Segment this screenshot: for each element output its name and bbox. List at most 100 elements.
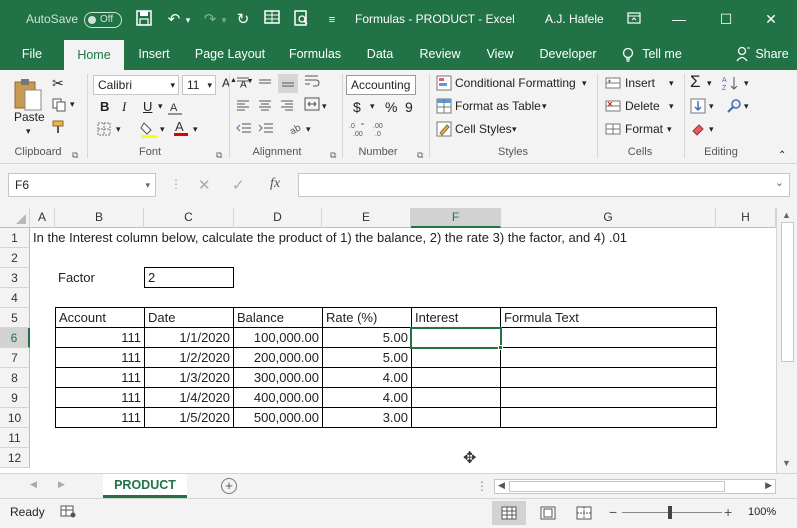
decrease-indent-icon[interactable]	[236, 122, 252, 137]
clear-icon[interactable]	[690, 121, 706, 140]
date-cell[interactable]: 1/5/2020	[145, 408, 234, 428]
align-bottom-icon[interactable]	[278, 74, 298, 93]
sheet-tab-product[interactable]: PRODUCT	[103, 474, 187, 498]
find-select-dropdown-icon[interactable]: ▾	[744, 101, 749, 112]
insert-cells-icon[interactable]	[605, 75, 621, 94]
rate-cell[interactable]: 4.00	[323, 368, 412, 388]
italic-button[interactable]: I	[122, 99, 126, 115]
balance-cell[interactable]: 400,000.00	[234, 388, 323, 408]
decrease-decimal-icon[interactable]: .00.0	[371, 121, 389, 140]
maximize-icon[interactable]: ☐	[714, 8, 738, 30]
row-header-6[interactable]: 6	[0, 328, 30, 348]
fill-icon[interactable]	[690, 98, 706, 117]
horizontal-scroll-thumb[interactable]	[509, 481, 725, 492]
date-cell[interactable]: 1/4/2020	[145, 388, 234, 408]
delete-cells-icon[interactable]	[605, 98, 621, 117]
zoom-level[interactable]: 100%	[748, 506, 776, 518]
fill-dropdown-icon[interactable]: ▾	[709, 101, 714, 112]
row-header-5[interactable]: 5	[0, 308, 30, 328]
font-size-dropdown-icon[interactable]: ▾	[207, 76, 212, 94]
name-box-dropdown-icon[interactable]: ▾	[145, 174, 150, 196]
font-color-icon[interactable]: A	[173, 119, 189, 140]
tab-insert[interactable]: Insert	[132, 40, 176, 70]
tab-developer[interactable]: Developer	[536, 40, 600, 70]
print-preview-icon[interactable]	[291, 10, 311, 30]
vertical-scrollbar[interactable]: ▲ ▼	[776, 208, 797, 473]
paste-label[interactable]: Paste	[14, 110, 45, 124]
macro-record-icon[interactable]	[60, 504, 76, 521]
table-icon[interactable]	[262, 10, 282, 30]
comma-style-button[interactable]: 9	[405, 99, 413, 115]
number-format-select[interactable]: Accounting	[346, 75, 416, 95]
cell-styles-icon[interactable]	[436, 121, 452, 140]
user-name[interactable]: A.J. Hafele	[545, 12, 604, 26]
scroll-up-icon[interactable]: ▲	[782, 210, 791, 220]
align-top-icon[interactable]	[236, 76, 250, 91]
align-right-icon[interactable]	[280, 99, 294, 114]
interest-cell[interactable]	[412, 388, 501, 408]
account-cell[interactable]: 111	[56, 328, 145, 348]
page-break-view-icon[interactable]	[576, 506, 592, 523]
customize-quick-access-icon[interactable]: ≡	[322, 10, 342, 30]
header-account[interactable]: Account	[56, 308, 145, 328]
interest-cell[interactable]	[412, 348, 501, 368]
zoom-slider[interactable]	[622, 512, 722, 513]
rate-cell[interactable]: 3.00	[323, 408, 412, 428]
insert-cells-dropdown-icon[interactable]: ▾	[669, 78, 674, 89]
factor-value-cell[interactable]: 2	[144, 267, 234, 288]
formula-text-cell[interactable]	[501, 388, 717, 408]
zoom-in-icon[interactable]: +	[724, 504, 732, 520]
enter-formula-icon[interactable]: ✓	[232, 176, 245, 194]
ribbon-display-icon[interactable]	[622, 8, 646, 30]
delete-cells-dropdown-icon[interactable]: ▾	[669, 101, 674, 112]
format-as-table-button[interactable]: Format as Table	[455, 99, 541, 113]
header-interest[interactable]: Interest	[412, 308, 501, 328]
formula-text-cell[interactable]	[501, 328, 717, 348]
format-cells-icon[interactable]	[605, 121, 621, 140]
scroll-sheets-left-icon[interactable]: ◀	[30, 479, 37, 490]
close-icon[interactable]: ✕	[759, 8, 783, 30]
clear-dropdown-icon[interactable]: ▾	[709, 124, 714, 135]
orientation-dropdown-icon[interactable]: ▾	[306, 124, 311, 135]
header-rate[interactable]: Rate (%)	[323, 308, 412, 328]
find-select-icon[interactable]	[726, 98, 742, 117]
borders-dropdown-icon[interactable]: ▾	[116, 124, 121, 135]
scroll-left-icon[interactable]: ◀	[498, 480, 505, 491]
align-center-icon[interactable]	[258, 99, 272, 114]
fill-color-dropdown-icon[interactable]: ▾	[160, 124, 165, 135]
header-balance[interactable]: Balance	[234, 308, 323, 328]
increase-indent-icon[interactable]	[258, 122, 274, 137]
column-header-a[interactable]: A	[30, 208, 55, 228]
undo-dropdown-icon[interactable]: ▾	[182, 10, 194, 30]
date-cell[interactable]: 1/3/2020	[145, 368, 234, 388]
row-header-3[interactable]: 3	[0, 268, 30, 288]
formula-text-cell[interactable]	[501, 348, 717, 368]
balance-cell[interactable]: 100,000.00	[234, 328, 323, 348]
balance-cell[interactable]: 500,000.00	[234, 408, 323, 428]
refresh-icon[interactable]: ↻	[233, 10, 253, 30]
expand-formula-bar-icon[interactable]: ⌄	[775, 176, 784, 189]
tab-data[interactable]: Data	[362, 40, 398, 70]
format-cells-button[interactable]: Format	[625, 122, 663, 136]
row-header-11[interactable]: 11	[0, 428, 30, 448]
row-header-10[interactable]: 10	[0, 408, 30, 428]
rate-cell[interactable]: 5.00	[323, 328, 412, 348]
formula-text-cell[interactable]	[501, 368, 717, 388]
date-cell[interactable]: 1/1/2020	[145, 328, 234, 348]
insert-function-icon[interactable]: fx	[270, 176, 280, 192]
balance-cell[interactable]: 200,000.00	[234, 348, 323, 368]
collapse-ribbon-icon[interactable]: ⌃	[778, 150, 786, 161]
zoom-out-icon[interactable]: −	[609, 504, 617, 520]
format-painter-icon[interactable]	[52, 120, 68, 137]
row-header-8[interactable]: 8	[0, 368, 30, 388]
fill-color-icon[interactable]	[140, 120, 158, 141]
cancel-formula-icon[interactable]: ✕	[198, 176, 211, 194]
date-cell[interactable]: 1/2/2020	[145, 348, 234, 368]
conditional-formatting-dropdown-icon[interactable]: ▾	[582, 78, 587, 89]
sort-filter-dropdown-icon[interactable]: ▾	[744, 78, 749, 89]
tab-file[interactable]: File	[12, 40, 52, 70]
scroll-right-icon[interactable]: ▶	[765, 480, 772, 491]
number-launcher-icon[interactable]: ⧉	[417, 150, 423, 161]
merge-dropdown-icon[interactable]: ▾	[322, 101, 327, 112]
account-cell[interactable]: 111	[56, 368, 145, 388]
